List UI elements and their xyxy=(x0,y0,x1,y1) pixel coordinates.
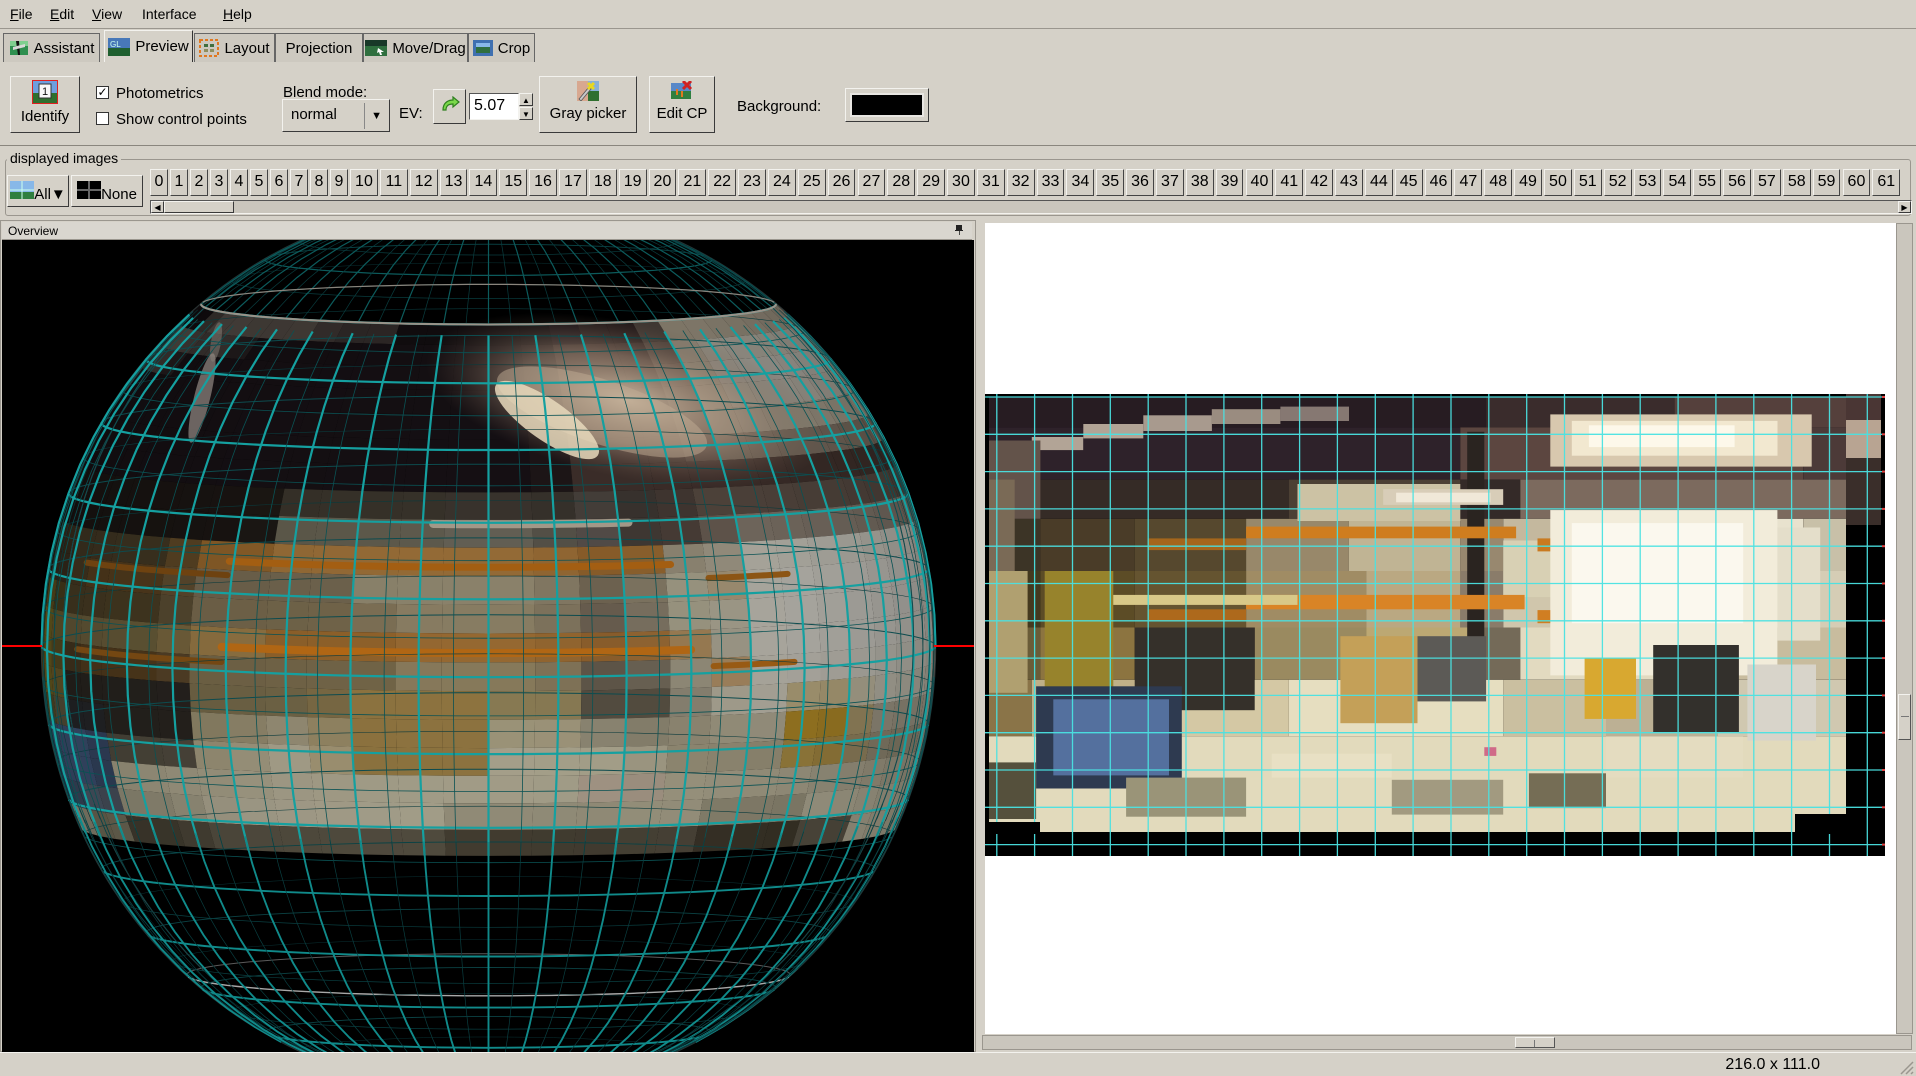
svg-text:GL: GL xyxy=(110,40,121,49)
svg-text:1: 1 xyxy=(42,86,48,98)
